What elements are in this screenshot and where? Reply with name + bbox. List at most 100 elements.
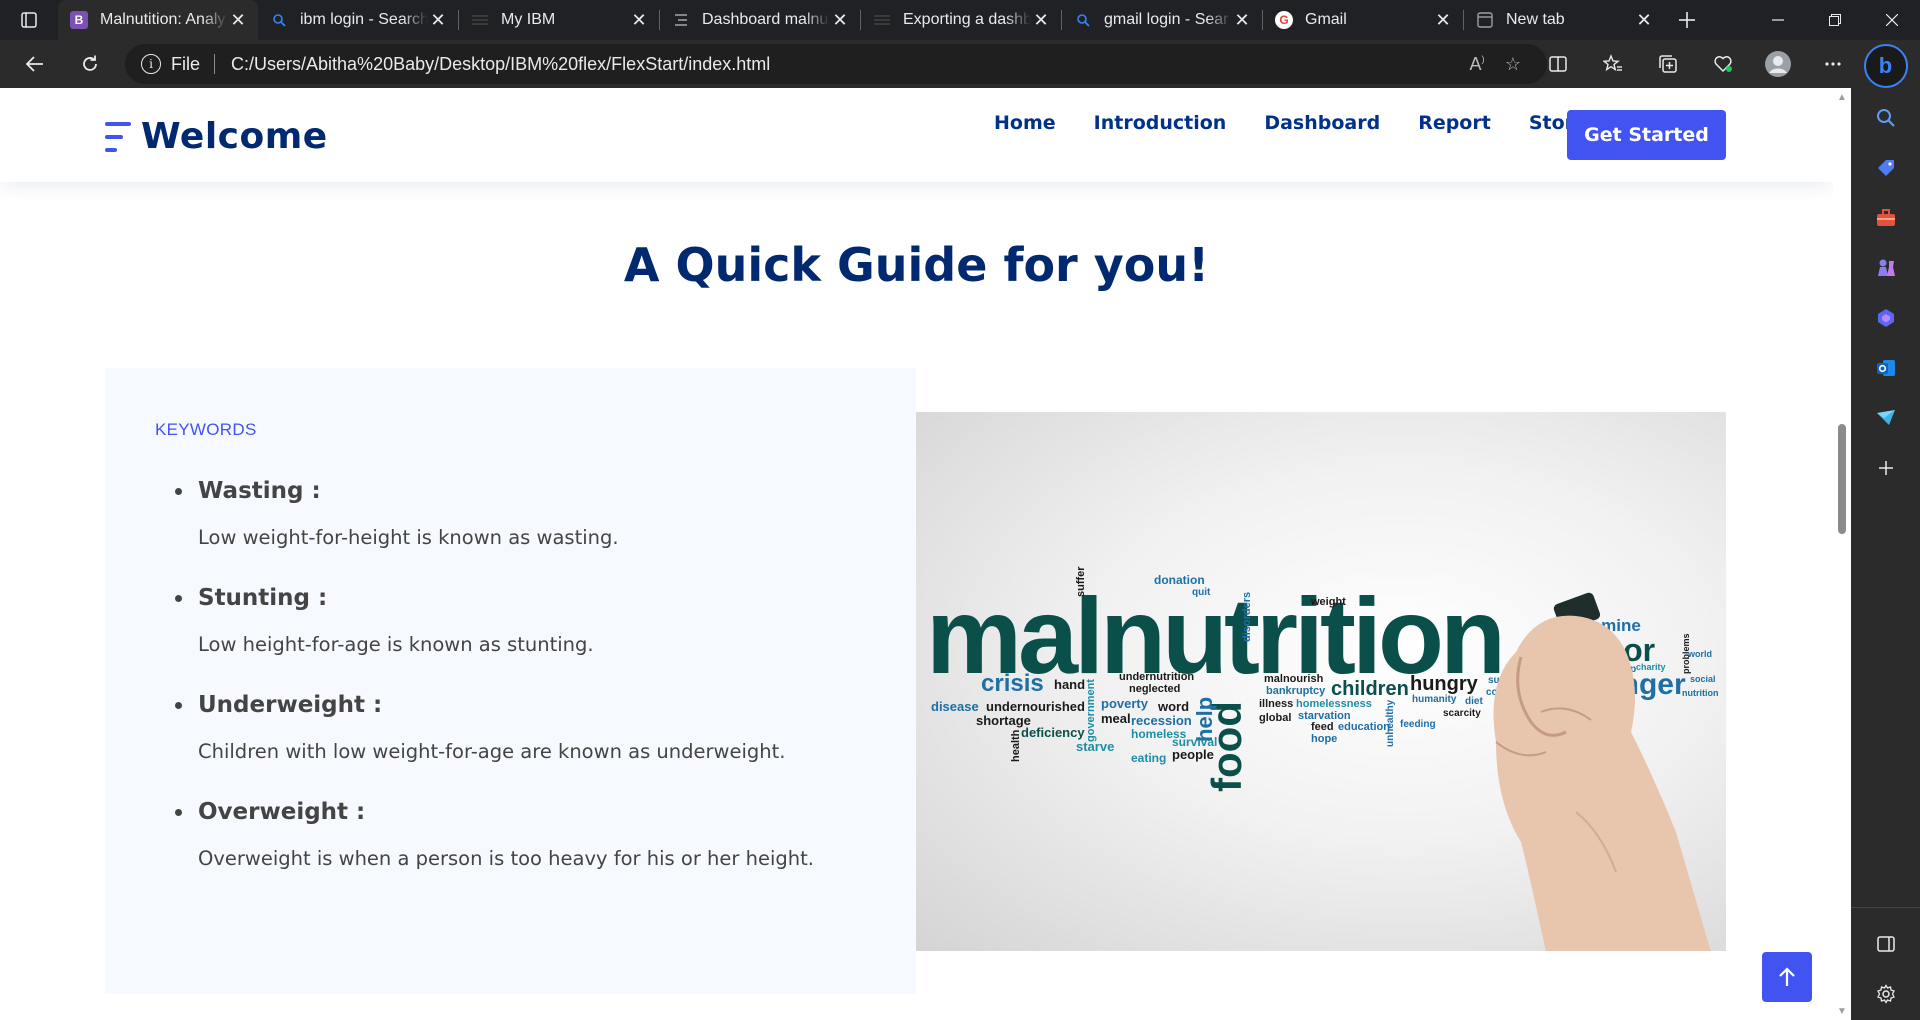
scrollbar-thumb[interactable] <box>1838 424 1846 534</box>
search-icon <box>1876 109 1895 127</box>
drop-paper-plane-icon <box>1876 410 1895 425</box>
sidebar-panel-icon <box>1876 936 1895 952</box>
split-screen-button[interactable] <box>1530 44 1585 84</box>
malnutrition-word-cloud-image: malnutrition crisis food help children h… <box>916 412 1726 951</box>
sidebar-add-button[interactable] <box>1866 448 1906 488</box>
browser-tab[interactable]: gmail login - Sear ✕ <box>1062 0 1262 40</box>
search-favicon-icon <box>270 11 288 29</box>
site-info-icon[interactable]: i <box>141 54 161 74</box>
nav-introduction[interactable]: Introduction <box>1094 112 1227 134</box>
scroll-down-arrow-icon[interactable]: ▼ <box>1833 1002 1851 1020</box>
tab-title: Malnutition: Analy <box>100 11 226 28</box>
browser-tab[interactable]: Dashboard malnu ✕ <box>660 0 860 40</box>
hide-sidebar-button[interactable] <box>1866 924 1906 964</box>
more-dots-icon <box>1824 62 1841 66</box>
arrow-up-icon <box>1779 967 1795 986</box>
logo-mark-icon <box>105 120 131 154</box>
ibm-favicon-icon <box>471 11 489 29</box>
close-tab-icon[interactable]: ✕ <box>1232 10 1252 30</box>
keyword-term: Wasting : <box>198 478 321 504</box>
read-aloud-icon[interactable]: A) <box>1459 54 1495 75</box>
browser-tab[interactable]: G Gmail ✕ <box>1263 0 1463 40</box>
minimize-button[interactable] <box>1749 0 1806 40</box>
close-tab-icon[interactable]: ✕ <box>1031 10 1051 30</box>
browser-tab[interactable]: New tab ✕ <box>1464 0 1664 40</box>
main-nav: Home Introduction Dashboard Report Story <box>994 112 1624 134</box>
hand-with-marker-illustration <box>1493 592 1711 951</box>
keyword-term: Stunting : <box>198 585 328 611</box>
gear-icon <box>1876 984 1895 1004</box>
tab-actions-button[interactable] <box>0 0 58 40</box>
tab-strip: B Malnutition: Analy ✕ ibm login - Search ✕ M… <box>0 0 1920 40</box>
browser-tab[interactable]: B Malnutition: Analy ✕ <box>58 0 258 40</box>
sidebar-games-button[interactable] <box>1866 248 1906 288</box>
cognos-favicon-icon <box>672 11 690 29</box>
sidebar-copilot-button[interactable] <box>1866 298 1906 338</box>
browser-tab[interactable]: My IBM ✕ <box>459 0 659 40</box>
bootstrap-favicon-icon: B <box>70 11 88 29</box>
keyword-item-overweight: Overweight : Overweight is when a person… <box>155 799 895 870</box>
close-window-button[interactable] <box>1863 0 1920 40</box>
new-tab-button[interactable] <box>1664 0 1710 40</box>
sidebar-outlook-button[interactable] <box>1866 348 1906 388</box>
close-tab-icon[interactable]: ✕ <box>629 10 649 30</box>
sidebar-shopping-button[interactable] <box>1866 148 1906 188</box>
avatar-icon <box>1764 51 1791 77</box>
favorites-button[interactable] <box>1585 44 1640 84</box>
sidebar-drop-button[interactable] <box>1866 398 1906 438</box>
split-screen-icon <box>1548 56 1567 72</box>
sidebar-tools-button[interactable] <box>1866 198 1906 238</box>
back-to-top-button[interactable] <box>1762 952 1812 1002</box>
nav-home[interactable]: Home <box>994 112 1056 134</box>
restore-icon <box>1828 14 1841 26</box>
sidebar-settings-button[interactable] <box>1866 974 1906 1014</box>
nav-report[interactable]: Report <box>1418 112 1491 134</box>
refresh-icon <box>83 55 97 71</box>
keyword-description: Low weight-for-height is known as wastin… <box>198 526 619 549</box>
browser-essentials-button[interactable] <box>1695 44 1750 84</box>
keywords-label: KEYWORDS <box>155 420 257 439</box>
site-header: Welcome Home Introduction Dashboard Repo… <box>0 88 1833 182</box>
close-tab-icon[interactable]: ✕ <box>1433 10 1453 30</box>
collections-icon <box>1658 55 1677 73</box>
refresh-button[interactable] <box>70 44 110 84</box>
sidebar-search-button[interactable] <box>1866 98 1906 138</box>
favorite-star-icon[interactable]: ☆ <box>1495 54 1531 75</box>
outlook-icon <box>1876 360 1895 376</box>
scheme-label: File <box>171 53 201 74</box>
restore-button[interactable] <box>1806 0 1863 40</box>
address-bar[interactable]: i File C:/Users/Abitha%20Baby/Desktop/IB… <box>125 44 1547 84</box>
close-tab-icon[interactable]: ✕ <box>830 10 850 30</box>
site-logo[interactable]: Welcome <box>105 116 328 157</box>
browser-tab[interactable]: ibm login - Search ✕ <box>258 0 458 40</box>
collections-button[interactable] <box>1640 44 1695 84</box>
keyword-term: Underweight : <box>198 692 383 718</box>
bing-chat-button[interactable]: b <box>1863 44 1908 88</box>
get-started-button[interactable]: Get Started <box>1567 110 1726 160</box>
tab-title: gmail login - Sear <box>1104 11 1229 28</box>
tab-title: New tab <box>1506 11 1565 28</box>
ibm-favicon-icon <box>873 11 891 29</box>
close-tab-icon[interactable]: ✕ <box>228 10 248 30</box>
page-scrollbar[interactable]: ▲ ▼ <box>1833 88 1851 1020</box>
nav-dashboard[interactable]: Dashboard <box>1264 112 1380 134</box>
tab-title: My IBM <box>501 11 556 28</box>
shopping-tag-icon <box>1877 160 1894 176</box>
profile-button[interactable] <box>1750 44 1805 84</box>
bullet-icon <box>175 594 182 602</box>
back-button[interactable] <box>15 44 55 84</box>
keyword-description: Overweight is when a person is too heavy… <box>198 847 814 870</box>
browser-toolbar: i File C:/Users/Abitha%20Baby/Desktop/IB… <box>0 40 1920 88</box>
heart-pulse-icon <box>1713 56 1732 73</box>
close-tab-icon[interactable]: ✕ <box>1634 10 1654 30</box>
plus-icon <box>1679 12 1695 28</box>
close-tab-icon[interactable]: ✕ <box>428 10 448 30</box>
scroll-up-arrow-icon[interactable]: ▲ <box>1833 88 1851 106</box>
keyword-item-stunting: Stunting : Low height-for-age is known a… <box>155 585 895 656</box>
browser-tab[interactable]: Exporting a dashb ✕ <box>861 0 1061 40</box>
url-text[interactable]: C:/Users/Abitha%20Baby/Desktop/IBM%20fle… <box>231 54 1459 75</box>
close-icon <box>1885 14 1898 26</box>
logo-text: Welcome <box>141 116 328 157</box>
keyword-description: Children with low weight-for-age are kno… <box>198 740 786 763</box>
keyword-item-underweight: Underweight : Children with low weight-f… <box>155 692 895 763</box>
